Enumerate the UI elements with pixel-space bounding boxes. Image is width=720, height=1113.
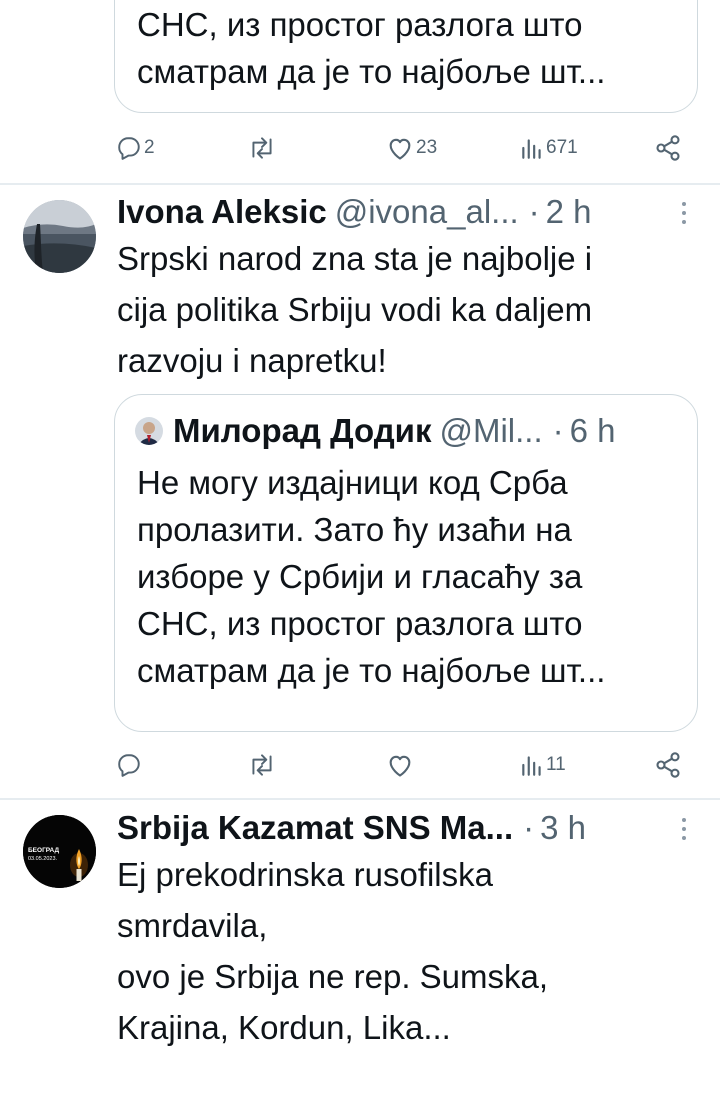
tweet-text-line: smrdavila, [117,907,268,944]
separator-dot: · [528,193,540,230]
reply-button[interactable] [116,745,144,785]
heart-icon [386,135,414,161]
avatar[interactable]: БЕОГРАД 03.05.2023. [23,815,96,888]
heart-icon [386,752,414,778]
quoted-tweet-card[interactable]: СНС, из простог разлога што сматрам да ј… [114,0,698,113]
views-count: 671 [546,137,578,158]
author-handle[interactable]: @ivona_al... [335,193,519,231]
views-count: 11 [546,754,566,775]
views-button[interactable]: 11 [520,745,566,785]
tweet-divider [0,798,720,800]
reply-count: 2 [144,137,155,158]
vertical-dots-icon[interactable] [680,202,688,224]
speech-bubble-icon [116,135,142,161]
retweet-button[interactable] [247,128,279,168]
views-button[interactable]: 671 [520,128,578,168]
quote-author-name: Милорад Додик [173,412,432,449]
quoted-tweet-card[interactable]: Милорад Додик @Mil... · 6 h Не могу изда… [114,394,698,732]
vertical-dots-icon[interactable] [680,818,688,840]
quote-text-line: Не могу издајници код Срба [137,464,568,501]
tweet-header: Srbija Kazamat SNS Ma... · 3 h [117,806,690,850]
quote-text-line: изборе у Србији и гласаћу за [137,558,583,595]
quote-header: Милорад Додик @Mil... · 6 h [173,409,683,453]
quote-text-line: сматрам да је то најбоље шт... [137,53,606,90]
bar-chart-icon [520,752,544,778]
like-button[interactable]: 23 [386,128,437,168]
quote-text-line: СНС, из простог разлога што [137,6,583,43]
quote-author-handle: @Mil... [439,412,543,449]
tweet-text: Srpski narod zna sta je najbolje i cija … [117,233,690,386]
tweet-text: Ej prekodrinska rusofilska smrdavila, ov… [117,849,690,1053]
retweet-arrows-icon [247,752,277,778]
like-button[interactable] [386,745,416,785]
quote-text-line: пролазити. Зато ћу изаћи на [137,511,572,548]
share-button[interactable] [654,128,682,168]
tweet-text-line: cija politika Srbiju vodi ka daljem [117,291,593,328]
tweet-text-line: Ej prekodrinska rusofilska [117,856,493,893]
avatar-caption-date: 03.05.2023. [28,856,58,862]
tweet-divider [0,183,720,185]
quote-time: 6 h [569,412,616,449]
bar-chart-icon [520,135,544,161]
separator-dot: · [552,412,564,449]
share-nodes-icon [654,751,682,779]
tweet-text-line: razvoju i napretku! [117,342,387,379]
reply-button[interactable]: 2 [116,128,155,168]
avatar-caption: БЕОГРАД [28,847,59,854]
retweet-button[interactable] [247,745,279,785]
tweet-header: Ivona Aleksic @ivona_al... · 2 h [117,190,690,234]
tweet-time[interactable]: 3 h [540,809,586,847]
tweet-text-line: Krajina, Kordun, Lika... [117,1009,451,1046]
speech-bubble-icon [116,752,142,778]
retweet-arrows-icon [247,135,277,161]
tweet-text-line: Srpski narod zna sta je najbolje i [117,240,593,277]
author-name[interactable]: Ivona Aleksic [117,193,327,231]
author-name[interactable]: Srbija Kazamat SNS Ma... [117,809,513,847]
tweet-text-line: ovo je Srbija ne rep. Sumska, [117,958,549,995]
like-count: 23 [416,137,438,158]
quote-avatar [135,417,163,445]
separator-dot: · [523,809,535,846]
avatar[interactable] [23,200,96,273]
share-button[interactable] [654,745,682,785]
tweet-actions-bar: 2 23 671 [0,128,720,168]
quote-text-line: СНС, из простог разлога што [137,605,583,642]
tweet-actions-bar: 11 [0,745,720,785]
quote-text-line: сматрам да је то најбоље шт... [137,652,606,689]
tweet-time[interactable]: 2 h [546,193,592,231]
share-nodes-icon [654,134,682,162]
